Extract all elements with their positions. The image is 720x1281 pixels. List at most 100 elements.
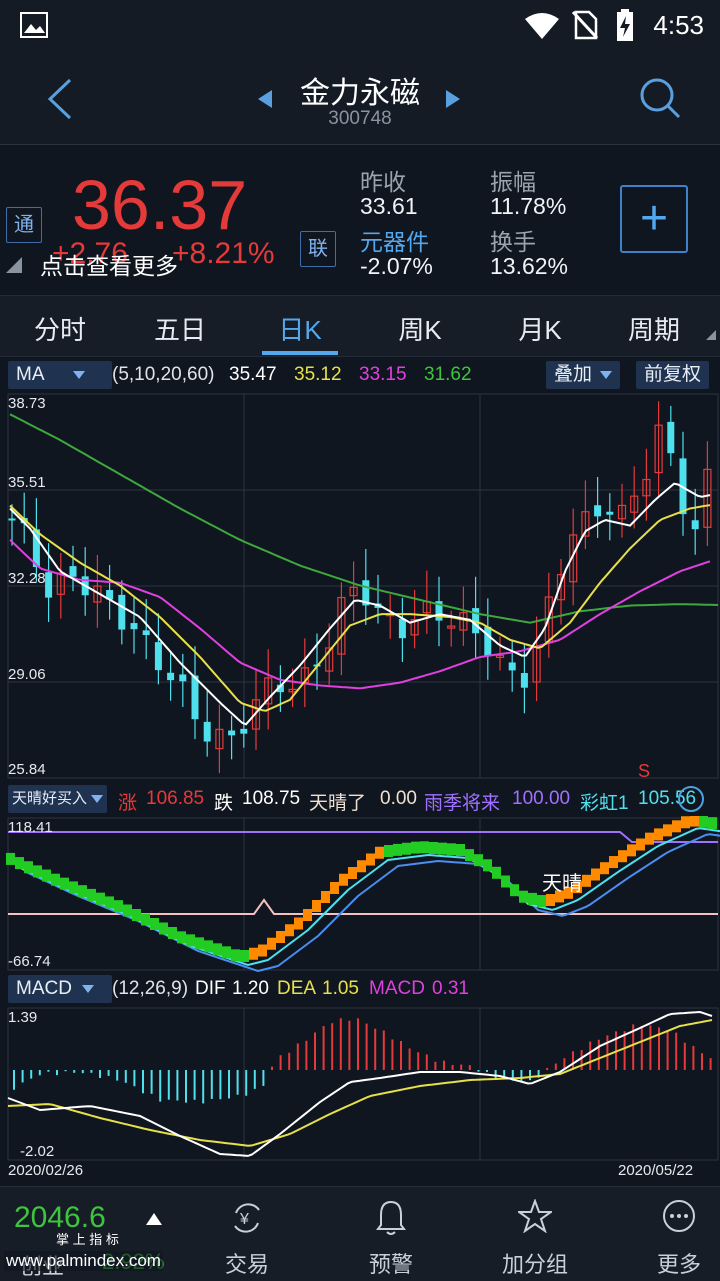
wifi-icon: [525, 13, 559, 39]
ring-icon[interactable]: [676, 784, 706, 814]
tab-weekly-k[interactable]: 周K: [360, 310, 480, 347]
nav-alert-label: 预警: [368, 1252, 413, 1277]
axis-tick-bottom: -66.74: [8, 953, 51, 970]
tab-intraday[interactable]: 分时: [0, 310, 120, 347]
tianqing-value: 0.00: [380, 788, 417, 809]
signal-block: [474, 854, 483, 867]
start-date: 2020/02/26: [8, 1162, 83, 1179]
lian-badge[interactable]: 联: [300, 231, 336, 267]
triangle-right-icon[interactable]: [446, 90, 460, 108]
triangle-up-icon[interactable]: [146, 1213, 162, 1225]
yuji-value: 100.00: [512, 788, 571, 809]
ma-selector[interactable]: MA: [8, 361, 112, 389]
signal-block: [645, 832, 654, 845]
corner-triangle-icon: [6, 257, 22, 273]
candle-body: [520, 673, 528, 688]
signal-block: [240, 950, 249, 962]
axis-tick-top: 38.73: [8, 395, 46, 412]
nav-more-label: 更多: [656, 1252, 701, 1277]
signal-block: [429, 841, 438, 854]
signal-block: [681, 816, 690, 829]
signal-block: [78, 885, 87, 898]
signal-block: [348, 867, 357, 879]
signal-block: [177, 931, 186, 944]
rain-season-line: [8, 831, 718, 843]
signal-block: [708, 817, 717, 830]
sector-label[interactable]: 元器件: [360, 223, 429, 257]
dropdown-icon: [91, 795, 104, 804]
zhang-label: 涨: [118, 793, 138, 814]
overlay-selector[interactable]: 叠加: [546, 361, 621, 389]
tab-five-day[interactable]: 五日: [120, 310, 240, 347]
ma5-value: 35.47: [229, 364, 277, 385]
search-icon[interactable]: [638, 76, 682, 120]
macd-chart[interactable]: 1.39 -2.02 2020/02/26 2020/05/22: [0, 1006, 720, 1186]
signal-block: [393, 843, 402, 856]
clock: 4:53: [653, 10, 704, 40]
signal-block: [105, 896, 114, 909]
sector-change: -2.07%: [360, 253, 433, 279]
tianqing-label: 天晴了: [309, 793, 367, 814]
tab-monthly-k[interactable]: 月K: [480, 310, 600, 347]
dropdown-icon: [600, 370, 613, 379]
nav-more[interactable]: 更多: [624, 1187, 720, 1281]
signal-block: [366, 853, 375, 866]
candle-body: [508, 662, 516, 671]
signal-block: [456, 844, 465, 856]
candle-body: [118, 594, 126, 630]
signal-block: [213, 943, 222, 956]
add-watchlist-button[interactable]: +: [620, 185, 688, 253]
axis-tick-bottom: -2.02: [20, 1143, 54, 1160]
active-tab-indicator: [262, 351, 338, 355]
signal-block: [132, 909, 141, 921]
signal-block: [204, 940, 213, 953]
signal-block: [591, 868, 600, 881]
signal-block: [501, 875, 510, 888]
kline-chart[interactable]: 38.73 35.51 32.28 29.06 25.84 S: [0, 392, 720, 780]
signal-block: [42, 869, 51, 882]
signal-block: [150, 918, 159, 930]
signal-block: [51, 873, 60, 886]
signal-block: [357, 860, 366, 873]
signal-selector[interactable]: 天晴好买入: [8, 785, 108, 813]
watermark-text: 掌 上 指 标: [56, 1232, 119, 1247]
candle-body: [154, 642, 162, 671]
sell-marker: S: [638, 761, 650, 780]
candle-body: [594, 505, 602, 517]
macd-params: (12,26,9): [112, 978, 189, 999]
signal-block: [375, 846, 384, 859]
signal-block: [294, 917, 303, 930]
tab-period[interactable]: 周期: [594, 310, 714, 347]
battery-charging-icon: [617, 9, 633, 41]
dif-value: 1.20: [232, 978, 269, 999]
turnover-label: 换手: [490, 229, 536, 255]
more-hint[interactable]: 点击查看更多: [40, 247, 178, 281]
signal-block: [546, 894, 555, 906]
signal-block: [168, 927, 177, 939]
signal-block: [267, 937, 276, 950]
signal-block: [699, 816, 708, 828]
rainbow-line-2: [15, 827, 720, 967]
signal-block: [141, 913, 150, 926]
signal-block: [249, 947, 258, 960]
tab-daily-k[interactable]: 日K: [240, 310, 360, 347]
rainbow-line-3: [7, 819, 717, 959]
tong-badge[interactable]: 通: [6, 207, 42, 243]
signal-block: [636, 838, 645, 851]
nav-alert[interactable]: 预警: [336, 1187, 446, 1281]
nav-add-group[interactable]: 加分组: [480, 1187, 590, 1281]
signal-block: [609, 856, 618, 869]
star-icon: [518, 1199, 552, 1233]
signal-block: [303, 909, 312, 921]
signal-chart[interactable]: 118.41 -66.74 天晴: [0, 816, 720, 972]
nav-trade[interactable]: ¥ 交易: [192, 1187, 302, 1281]
macd-selector[interactable]: MACD: [8, 975, 112, 1003]
image-icon: [20, 12, 48, 38]
candle-body: [240, 728, 248, 734]
signal-block: [411, 841, 420, 854]
signal-block: [24, 861, 33, 874]
price-change-pct: +8.21%: [172, 237, 275, 270]
quote-panel[interactable]: 36.37 +2.76 +8.21% 通 点击查看更多 联 昨收 33.61 元…: [0, 145, 720, 293]
candle-body: [130, 623, 138, 630]
adjust-button[interactable]: 前复权: [636, 361, 710, 389]
